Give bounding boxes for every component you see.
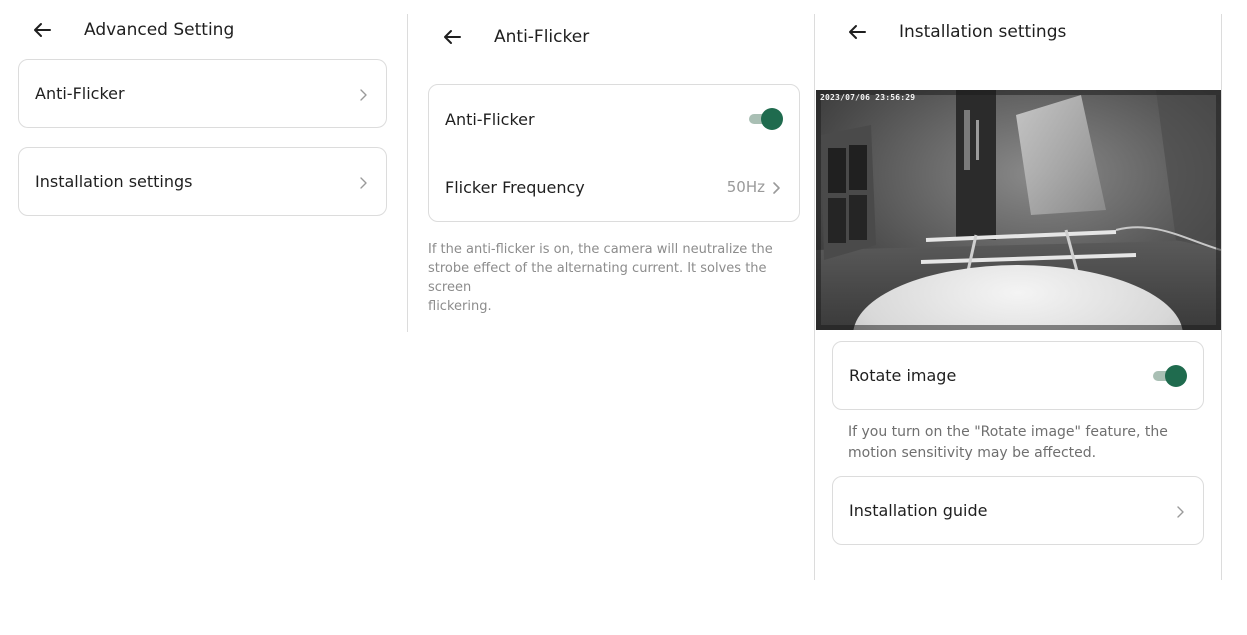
installation-guide-card[interactable]: Installation guide [832, 476, 1204, 545]
menu-item-anti-flicker[interactable]: Anti-Flicker [19, 60, 386, 127]
page-title: Advanced Setting [84, 20, 235, 40]
toggle-knob [761, 108, 783, 130]
anti-flicker-label: Anti-Flicker [445, 109, 535, 129]
installation-guide-row[interactable]: Installation guide [833, 477, 1203, 544]
rotate-image-description: If you turn on the "Rotate image" featur… [848, 422, 1208, 464]
installation-guide-label: Installation guide [849, 501, 988, 520]
rotate-image-row: Rotate image [833, 342, 1203, 409]
page-title: Installation settings [899, 22, 1067, 42]
rotate-image-card: Rotate image [832, 341, 1204, 410]
flicker-frequency-value: 50Hz [726, 178, 765, 196]
flicker-frequency-row[interactable]: Flicker Frequency 50Hz [429, 153, 799, 221]
anti-flicker-panel: Anti-Flicker Anti-Flicker Flicker Freque… [409, 0, 813, 335]
flicker-frequency-value-wrap: 50Hz [727, 178, 783, 196]
chevron-right-icon [1173, 504, 1187, 518]
anti-flicker-description: If the anti-flicker is on, the camera wi… [428, 240, 813, 316]
chevron-right-icon [356, 175, 370, 189]
back-arrow-icon[interactable] [440, 25, 464, 49]
anti-flicker-header: Anti-Flicker [409, 17, 813, 57]
anti-flicker-card[interactable]: Anti-Flicker [18, 59, 387, 128]
camera-preview-image: 2023/07/06 23:56:29 [816, 90, 1221, 330]
back-arrow-icon[interactable] [30, 18, 54, 42]
installation-settings-header: Installation settings [815, 12, 1221, 52]
chevron-right-icon [356, 87, 370, 101]
note-line: flickering. [428, 299, 492, 314]
toggle-knob [1165, 364, 1187, 387]
menu-item-label: Installation settings [35, 172, 193, 191]
rotate-image-label: Rotate image [849, 366, 957, 385]
panel-divider-1 [407, 14, 408, 332]
advanced-setting-header: Advanced Setting [0, 10, 406, 50]
chevron-right-icon [769, 180, 783, 194]
anti-flicker-toggle[interactable] [749, 108, 783, 130]
flicker-frequency-label: Flicker Frequency [445, 177, 585, 197]
menu-item-installation-settings[interactable]: Installation settings [19, 148, 386, 215]
page-title: Anti-Flicker [494, 27, 590, 47]
camera-timestamp: 2023/07/06 23:56:29 [820, 93, 916, 102]
back-arrow-icon[interactable] [845, 20, 869, 44]
note-line: strobe effect of the alternating current… [428, 261, 767, 295]
menu-item-label: Anti-Flicker [35, 84, 125, 103]
note-line: motion sensitivity may be affected. [848, 445, 1097, 461]
rotate-image-toggle[interactable] [1153, 364, 1187, 387]
anti-flicker-toggle-row: Anti-Flicker [429, 85, 799, 153]
note-line: If you turn on the "Rotate image" featur… [848, 424, 1168, 440]
panel-divider-3 [1221, 14, 1222, 580]
anti-flicker-settings-card: Anti-Flicker Flicker Frequency 50Hz [428, 84, 800, 222]
advanced-setting-panel: Advanced Setting Anti-Flicker Installati… [0, 0, 406, 335]
installation-settings-card[interactable]: Installation settings [18, 147, 387, 216]
note-line: If the anti-flicker is on, the camera wi… [428, 242, 773, 257]
